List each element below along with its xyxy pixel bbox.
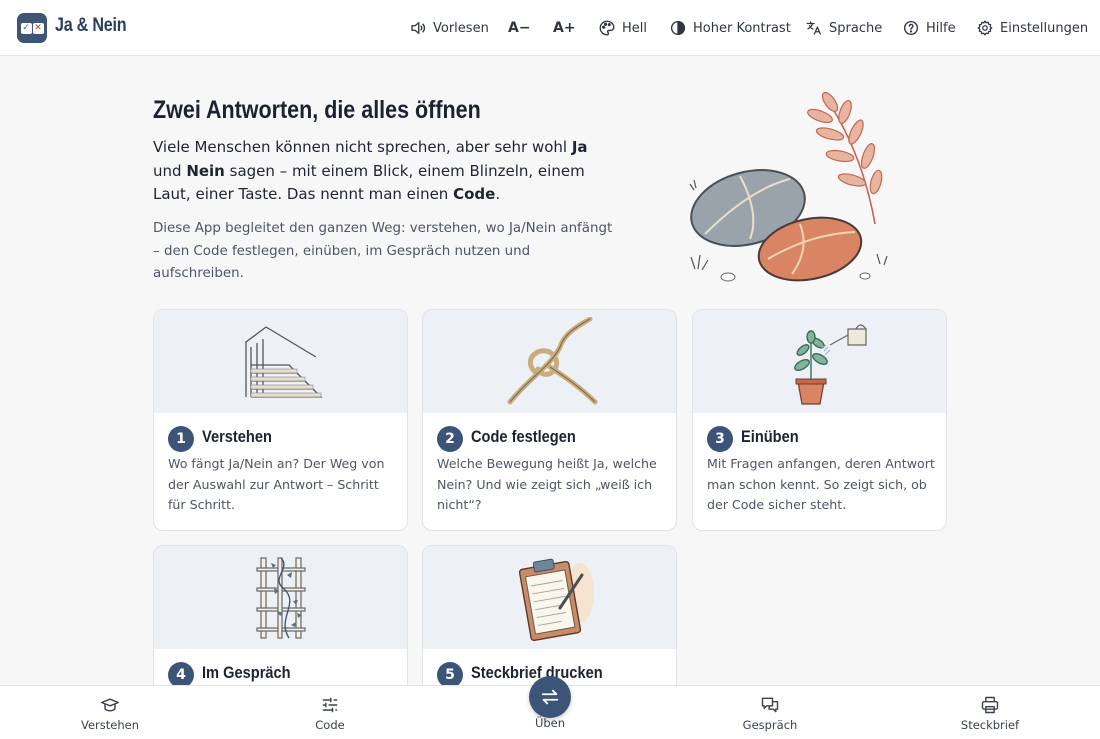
card-description: Wo fängt Ja/Nein an? Der Weg von der Aus… (168, 456, 385, 512)
theme-label: Hell (622, 20, 647, 36)
trellis-ivy-icon (255, 556, 306, 639)
intro-secondary-paragraph: Diese App begleitet den ganzen Weg: vers… (153, 221, 613, 281)
card-title: Im Gespräch (202, 663, 291, 682)
card-title: Code festlegen (471, 427, 576, 446)
translate-icon (806, 21, 822, 35)
nav-label: Code (315, 718, 345, 732)
theme-button[interactable]: Hell (598, 17, 647, 39)
nav-label: Gespräch (742, 718, 798, 732)
swap-arrows-icon (541, 689, 559, 705)
intro-nein: Nein (186, 161, 225, 180)
help-icon (903, 20, 919, 36)
step-card-understand[interactable]: 1 Verstehen Wo fängt Ja/Nein an? Der Weg… (153, 309, 408, 531)
clipboard-icon (518, 558, 594, 641)
intro-text: . (495, 185, 501, 203)
help-label: Hilfe (926, 20, 956, 36)
chat-icon (761, 697, 779, 713)
font-decrease-icon: A− (508, 20, 531, 36)
page-title: Zwei Antworten, die alles öffnen (153, 96, 481, 124)
app-logo-icon: ✓ ✕ (17, 13, 47, 43)
font-increase-button[interactable]: A+ (553, 17, 576, 39)
watering-plant-icon (793, 323, 867, 405)
high-contrast-button[interactable]: Hoher Kontrast (669, 17, 791, 39)
card-picture (423, 310, 676, 413)
printer-icon (981, 696, 999, 714)
card-title: Verstehen (202, 427, 272, 446)
knot-icon (507, 316, 597, 404)
palette-icon (599, 20, 615, 36)
sliders-icon (322, 697, 338, 713)
font-increase-icon: A+ (553, 20, 576, 36)
nav-item-understand[interactable]: Verstehen (65, 695, 155, 732)
nav-label-practice: Üben (534, 716, 566, 730)
intro-ja: Ja (571, 138, 588, 156)
intro-paragraph: Viele Menschen können nicht sprechen, ab… (153, 136, 613, 207)
card-title: Einüben (741, 427, 799, 446)
nav-item-profile[interactable]: Steckbrief (945, 695, 1035, 732)
step-number: 3 (707, 426, 733, 452)
practice-fab-button[interactable] (529, 676, 571, 718)
intro-text: und (153, 161, 187, 180)
card-picture (154, 310, 407, 413)
read-aloud-label: Vorlesen (433, 20, 489, 36)
gear-icon (977, 20, 993, 36)
contrast-icon (670, 20, 686, 36)
card-description: Mit Fragen anfangen, deren Antwort man s… (707, 456, 935, 512)
help-button[interactable]: Hilfe (902, 17, 956, 39)
step-number: 2 (437, 426, 463, 452)
app-title: Ja & Nein (55, 15, 127, 36)
nav-label: Steckbrief (960, 718, 1020, 732)
card-picture (693, 310, 946, 413)
nav-label: Verstehen (80, 718, 139, 732)
stairs-icon (244, 325, 323, 398)
step-card-define-code[interactable]: 2 Code festlegen Welche Bewegung heißt J… (422, 309, 677, 531)
nav-item-conversation[interactable]: Gespräch (725, 695, 815, 732)
graduation-cap-icon (100, 698, 120, 712)
intro-code: Code (453, 185, 496, 203)
stones-illustration (689, 91, 888, 282)
card-description: Welche Bewegung heißt Ja, welche Nein? U… (437, 456, 657, 512)
step-card-practice[interactable]: 3 Einüben Mit Fragen anfangen, deren Ant… (692, 309, 947, 531)
font-decrease-button[interactable]: A− (508, 17, 531, 39)
nav-item-code[interactable]: Code (285, 695, 375, 732)
top-header: ✓ ✕ Ja & Nein Vorlesen A− A+ Hell Hoher K… (0, 0, 1100, 56)
read-aloud-button[interactable]: Vorlesen (409, 17, 489, 39)
step-number: 1 (168, 426, 194, 452)
language-label: Sprache (829, 20, 883, 36)
speaker-icon (411, 22, 426, 34)
card-picture (423, 546, 676, 649)
language-button[interactable]: Sprache (805, 17, 882, 39)
card-picture (154, 546, 407, 649)
settings-label: Einstellungen (1000, 20, 1089, 36)
intro-text: Viele Menschen können nicht sprechen, ab… (153, 138, 572, 156)
settings-button[interactable]: Einstellungen (976, 17, 1088, 39)
high-contrast-label: Hoher Kontrast (693, 20, 791, 36)
